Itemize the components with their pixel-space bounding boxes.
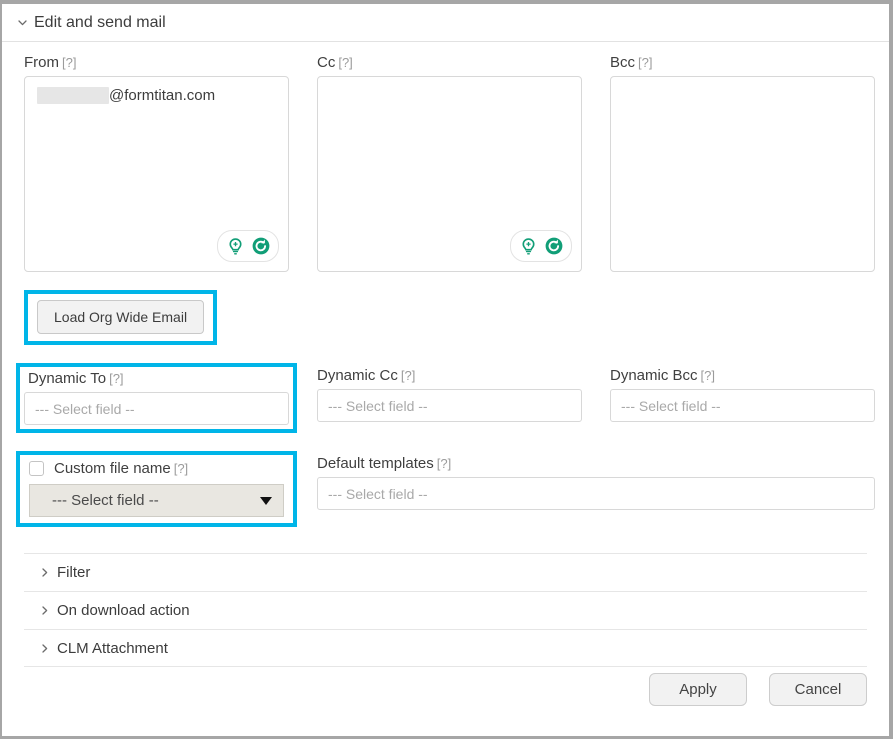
dynamic-to-select[interactable]: --- Select field -- [24, 392, 289, 425]
accordion-item-filter[interactable]: Filter [24, 553, 867, 591]
recipients-row: From [?] @formtitan.com Cc [?] Bcc [?] [24, 54, 875, 272]
bcc-column: Bcc [?] [610, 54, 875, 272]
dynamic-cc-help-icon[interactable]: [?] [401, 368, 415, 383]
chevron-down-icon[interactable] [16, 16, 30, 29]
accordion-label: Filter [57, 564, 91, 581]
from-field[interactable]: @formtitan.com [24, 76, 289, 272]
from-label: From [?] [24, 54, 77, 71]
default-templates-label: Default templates [?] [317, 455, 452, 472]
lightbulb-plus-icon[interactable] [224, 235, 246, 257]
dynamic-bcc-select[interactable]: --- Select field -- [610, 389, 875, 422]
custom-file-name-highlight: Custom file name [?] --- Select field -- [16, 451, 297, 527]
refresh-icon[interactable] [250, 235, 272, 257]
custom-file-name-column: Custom file name [?] --- Select field -- [16, 451, 297, 527]
custom-file-name-label: Custom file name [?] [54, 460, 189, 477]
accordion-item-on-download-action[interactable]: On download action [24, 591, 867, 629]
dynamic-cc-select[interactable]: --- Select field -- [317, 389, 582, 422]
load-org-wide-email-button[interactable]: Load Org Wide Email [37, 300, 205, 334]
cc-field[interactable] [317, 76, 582, 272]
custom-file-name-help-icon[interactable]: [?] [174, 461, 188, 476]
dynamic-to-help-icon[interactable]: [?] [109, 371, 123, 386]
cc-column: Cc [?] [317, 54, 582, 272]
panel-body: From [?] @formtitan.com Cc [?] Bcc [?] L… [2, 42, 889, 667]
dynamic-cc-column: Dynamic Cc [?] --- Select field -- [317, 367, 582, 433]
bcc-field[interactable] [610, 76, 875, 272]
panel-header[interactable]: Edit and send mail [2, 4, 889, 42]
edit-and-send-mail-dialog: Edit and send mail From [?] @formtitan.co… [0, 0, 893, 739]
custom-file-name-checkbox[interactable] [29, 461, 44, 476]
from-column: From [?] @formtitan.com [24, 54, 289, 272]
cc-label: Cc [?] [317, 54, 353, 71]
dynamic-to-highlight: Dynamic To [?] --- Select field -- [16, 363, 297, 433]
page-title: Edit and send mail [34, 13, 166, 31]
from-domain: @formtitan.com [109, 87, 216, 104]
chevron-down-icon [260, 496, 272, 505]
custom-file-name-header: Custom file name [?] [26, 460, 287, 477]
dynamic-to-column: Dynamic To [?] --- Select field -- [16, 363, 297, 433]
lightbulb-plus-icon[interactable] [517, 235, 539, 257]
dialog-footer: Apply Cancel [2, 642, 889, 736]
default-templates-help-icon[interactable]: [?] [437, 456, 451, 471]
default-templates-column: Default templates [?] --- Select field -- [317, 455, 875, 527]
cancel-button[interactable]: Cancel [769, 672, 867, 706]
chevron-right-icon [38, 604, 52, 617]
cc-icon-pill [510, 230, 572, 262]
bcc-help-icon[interactable]: [?] [638, 55, 652, 70]
dynamic-row: Dynamic To [?] --- Select field -- Dynami… [16, 363, 875, 433]
bcc-label: Bcc [?] [610, 54, 653, 71]
accordion-label: On download action [57, 602, 190, 619]
apply-button[interactable]: Apply [649, 672, 747, 706]
refresh-icon[interactable] [543, 235, 565, 257]
redacted-username [37, 87, 109, 104]
dynamic-to-label: Dynamic To [?] [28, 370, 124, 387]
cc-help-icon[interactable]: [?] [338, 55, 352, 70]
dynamic-cc-label: Dynamic Cc [?] [317, 367, 416, 384]
from-icon-pill [217, 230, 279, 262]
dynamic-bcc-help-icon[interactable]: [?] [701, 368, 715, 383]
chevron-right-icon [38, 566, 52, 579]
load-org-wide-email-highlight: Load Org Wide Email [24, 290, 218, 345]
custom-file-name-select-value: --- Select field -- [52, 492, 159, 509]
dynamic-bcc-label: Dynamic Bcc [?] [610, 367, 715, 384]
from-help-icon[interactable]: [?] [62, 55, 76, 70]
dynamic-bcc-column: Dynamic Bcc [?] --- Select field -- [610, 367, 875, 433]
default-templates-select[interactable]: --- Select field -- [317, 477, 875, 510]
filename-template-row: Custom file name [?] --- Select field -- … [16, 451, 875, 527]
from-value: @formtitan.com [37, 87, 276, 104]
custom-file-name-select[interactable]: --- Select field -- [29, 484, 284, 517]
